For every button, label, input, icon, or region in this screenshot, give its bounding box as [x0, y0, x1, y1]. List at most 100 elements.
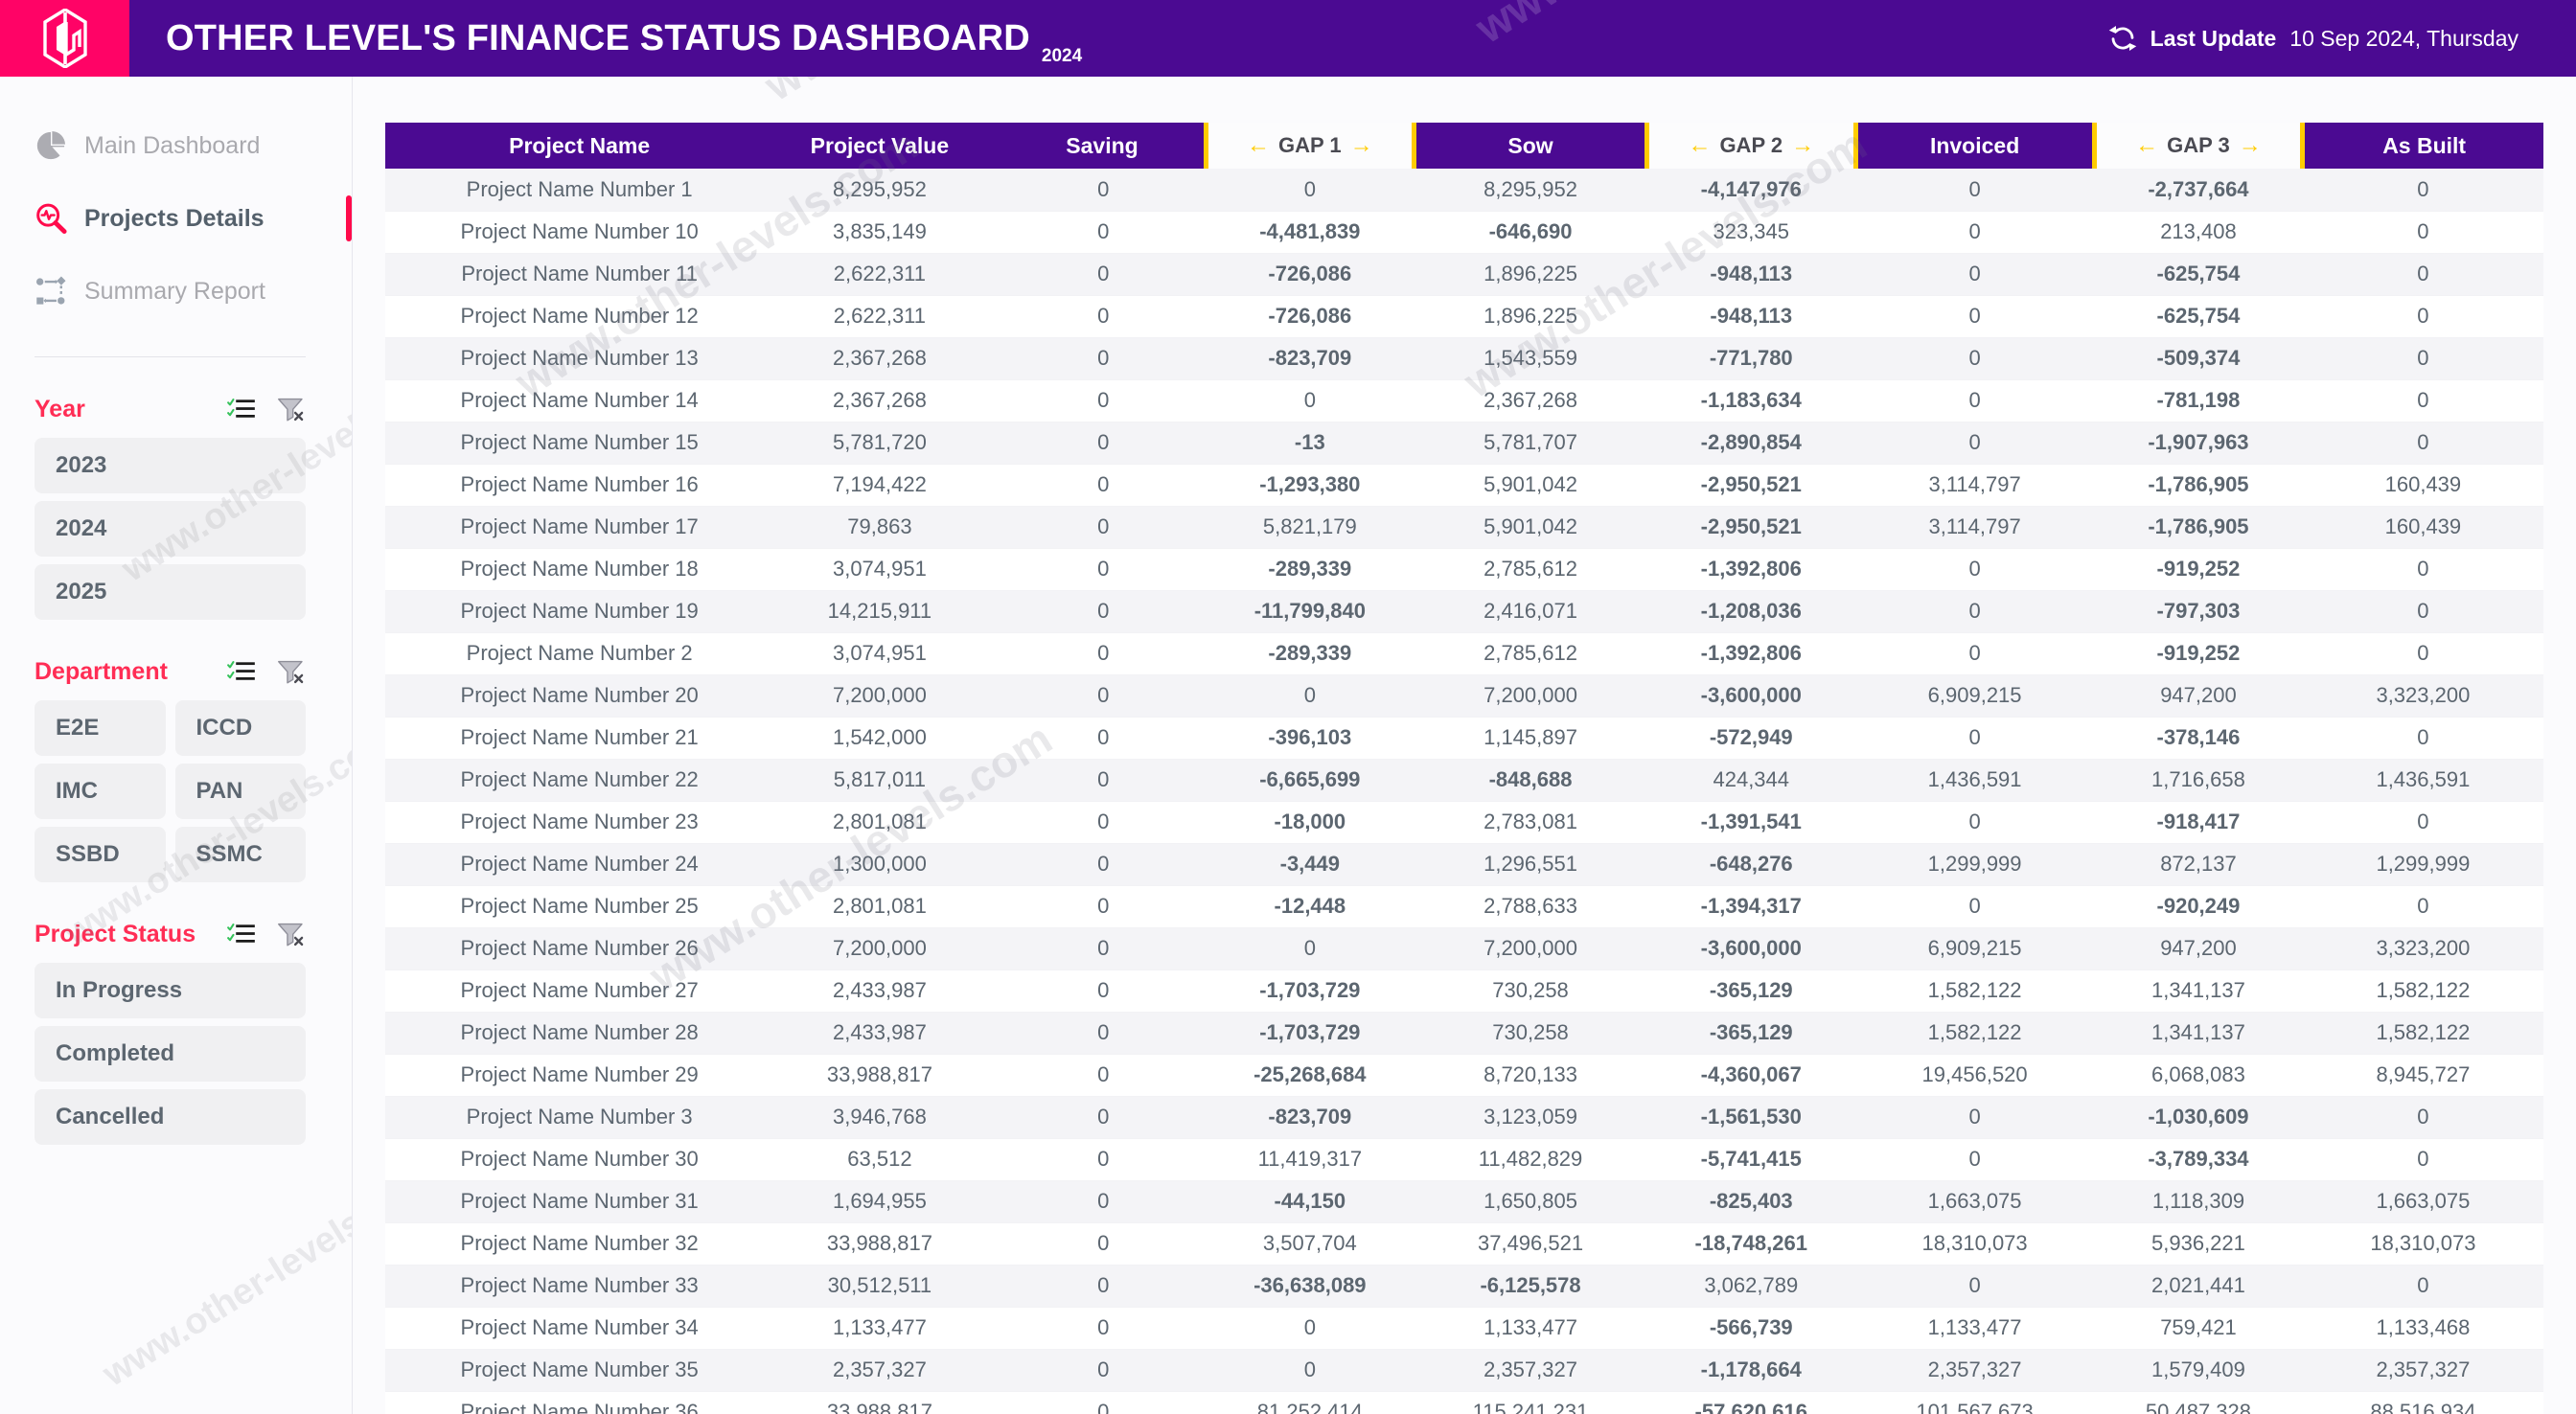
table-row[interactable]: Project Name Number 3 3,946,768 0 -823,709 3… — [385, 1096, 2543, 1139]
column-header-as-built[interactable]: As Built — [2302, 123, 2543, 169]
checklist-icon[interactable] — [227, 659, 256, 684]
filter-option-2025[interactable]: 2025 — [34, 564, 306, 620]
table-row[interactable]: Project Name Number 1 8,295,952 0 0 8,295,95… — [385, 169, 2543, 212]
table-row[interactable]: Project Name Number 35 2,357,327 0 0 2,357,3… — [385, 1349, 2543, 1392]
filter-option-2024[interactable]: 2024 — [34, 501, 306, 557]
checklist-icon[interactable] — [227, 922, 256, 946]
cell-value: 0 — [1855, 548, 2095, 591]
filter-department: Department E2E ICCD IMC PAN SSBD SSMC — [0, 656, 352, 882]
cell-value: 0 — [1000, 169, 1206, 212]
arrow-right-icon: → — [1791, 132, 1815, 158]
cell-value: 2,357,327 — [2302, 1349, 2543, 1392]
cell-value: 1,663,075 — [1855, 1180, 2095, 1223]
table-row[interactable]: Project Name Number 23 2,801,081 0 -18,000 2… — [385, 801, 2543, 844]
cell-value: 3,062,789 — [1646, 1265, 1856, 1308]
sidebar-item-summary-report[interactable]: Summary Report — [34, 255, 352, 328]
cell-value: -396,103 — [1206, 717, 1414, 760]
cell-value: 1,582,122 — [2302, 1012, 2543, 1055]
clear-filter-icon[interactable] — [277, 659, 306, 684]
filter-option-ssbd[interactable]: SSBD — [34, 827, 166, 882]
checklist-icon[interactable] — [227, 397, 256, 422]
cell-value: 2,357,327 — [758, 1349, 1001, 1392]
clear-filter-icon[interactable] — [277, 397, 306, 422]
table-row[interactable]: Project Name Number 22 5,817,011 0 -6,665,6… — [385, 759, 2543, 802]
table-row[interactable]: Project Name Number 2 3,074,951 0 -289,339 2… — [385, 632, 2543, 675]
cell-value: 0 — [1855, 1096, 2095, 1139]
sidebar-item-projects-details[interactable]: Projects Details — [34, 182, 352, 255]
filter-option-2023[interactable]: 2023 — [34, 438, 306, 493]
cell-value: -2,890,854 — [1646, 422, 1856, 465]
cell-value: 1,296,551 — [1414, 843, 1647, 886]
column-header-gap-1[interactable]: ← GAP 1 → — [1203, 123, 1417, 169]
filter-option-e2e[interactable]: E2E — [34, 700, 166, 756]
cell-value: 101,567,673 — [1855, 1391, 2095, 1414]
table-row[interactable]: Project Name Number 32 33,988,817 0 3,507,7… — [385, 1222, 2543, 1266]
cell-value: 1,542,000 — [758, 717, 1001, 760]
clear-filter-icon[interactable] — [277, 922, 306, 946]
column-header-invoiced[interactable]: Invoiced — [1855, 123, 2095, 169]
filter-option-cancelled[interactable]: Cancelled — [34, 1089, 306, 1145]
cell-value: -2,950,521 — [1646, 464, 1856, 507]
cell-value: 0 — [2302, 590, 2543, 633]
cell-value: 6,068,083 — [2094, 1054, 2303, 1097]
column-header-project-name[interactable]: Project Name — [385, 123, 759, 169]
cell-value: -781,198 — [2094, 379, 2303, 422]
table-row[interactable]: Project Name Number 36 33,988,817 0 81,252,… — [385, 1391, 2543, 1414]
cell-project-name: Project Name Number 22 — [385, 759, 759, 802]
cell-value: 2,783,081 — [1414, 801, 1647, 844]
column-header-sow[interactable]: Sow — [1414, 123, 1647, 169]
filter-header: Year — [34, 394, 306, 424]
table-row[interactable]: Project Name Number 18 3,074,951 0 -289,339… — [385, 548, 2543, 591]
cell-value: 1,716,658 — [2094, 759, 2303, 802]
refresh-icon[interactable] — [2108, 24, 2137, 53]
cell-project-name: Project Name Number 21 — [385, 717, 759, 760]
table-row[interactable]: Project Name Number 33 30,512,511 0 -36,638… — [385, 1265, 2543, 1308]
cell-value: 5,936,221 — [2094, 1222, 2303, 1266]
filter-option-ssmc[interactable]: SSMC — [174, 827, 306, 882]
filter-actions — [227, 659, 306, 684]
table-row[interactable]: Project Name Number 28 2,433,987 0 -1,703,7… — [385, 1012, 2543, 1055]
filter-option-iccd[interactable]: ICCD — [174, 700, 306, 756]
table-row[interactable]: Project Name Number 15 5,781,720 0 -13 5,781… — [385, 422, 2543, 465]
table-row[interactable]: Project Name Number 11 2,622,311 0 -726,086… — [385, 253, 2543, 296]
cell-value: -365,129 — [1646, 1012, 1856, 1055]
table-row[interactable]: Project Name Number 16 7,194,422 0 -1,293,3… — [385, 464, 2543, 507]
table-row[interactable]: Project Name Number 26 7,200,000 0 0 7,200,0… — [385, 927, 2543, 970]
table-row[interactable]: Project Name Number 30 63,512 0 11,419,317 1… — [385, 1138, 2543, 1181]
column-header-project-value[interactable]: Project Value — [758, 123, 1001, 169]
cell-value: 1,145,897 — [1414, 717, 1647, 760]
filter-option-imc[interactable]: IMC — [34, 764, 166, 819]
table-row[interactable]: Project Name Number 12 2,622,311 0 -726,086… — [385, 295, 2543, 338]
table-row[interactable]: Project Name Number 21 1,542,000 0 -396,103… — [385, 717, 2543, 760]
cell-value: 730,258 — [1414, 969, 1647, 1013]
sidebar-item-main-dashboard[interactable]: Main Dashboard — [34, 109, 352, 182]
cell-value: 0 — [1000, 1307, 1206, 1350]
sidebar-divider — [34, 356, 306, 357]
cell-value: 0 — [2302, 632, 2543, 675]
filter-option-pan[interactable]: PAN — [174, 764, 306, 819]
cell-value: 0 — [1000, 211, 1206, 254]
column-header-gap-2[interactable]: ← GAP 2 → — [1644, 123, 1858, 169]
table-row[interactable]: Project Name Number 19 14,215,911 0 -11,799… — [385, 590, 2543, 633]
table-row[interactable]: Project Name Number 24 1,300,000 0 -3,449 1,… — [385, 843, 2543, 886]
table-row[interactable]: Project Name Number 20 7,200,000 0 0 7,200,0… — [385, 674, 2543, 718]
filter-option-in-progress[interactable]: In Progress — [34, 963, 306, 1018]
cell-value: 2,788,633 — [1414, 885, 1647, 928]
cell-value: 0 — [1855, 632, 2095, 675]
column-header-gap-3[interactable]: ← GAP 3 → — [2091, 123, 2306, 169]
table-row[interactable]: Project Name Number 34 1,133,477 0 0 1,133,4… — [385, 1307, 2543, 1350]
filter-option-completed[interactable]: Completed — [34, 1026, 306, 1082]
table-row[interactable]: Project Name Number 13 2,367,268 0 -823,709… — [385, 337, 2543, 380]
cell-value: -919,252 — [2094, 632, 2303, 675]
column-header-saving[interactable]: Saving — [1000, 123, 1206, 169]
table-row[interactable]: Project Name Number 27 2,433,987 0 -1,703,7… — [385, 969, 2543, 1013]
table-row[interactable]: Project Name Number 25 2,801,081 0 -12,448 2… — [385, 885, 2543, 928]
cell-value: 160,439 — [2302, 464, 2543, 507]
cell-value: -797,303 — [2094, 590, 2303, 633]
table-row[interactable]: Project Name Number 17 79,863 0 5,821,179 5,… — [385, 506, 2543, 549]
table-row[interactable]: Project Name Number 29 33,988,817 0 -25,268… — [385, 1054, 2543, 1097]
table-row[interactable]: Project Name Number 31 1,694,955 0 -44,150 1… — [385, 1180, 2543, 1223]
table-row[interactable]: Project Name Number 10 3,835,149 0 -4,481,8… — [385, 211, 2543, 254]
filter-actions — [227, 397, 306, 422]
table-row[interactable]: Project Name Number 14 2,367,268 0 0 2,367,2… — [385, 379, 2543, 422]
